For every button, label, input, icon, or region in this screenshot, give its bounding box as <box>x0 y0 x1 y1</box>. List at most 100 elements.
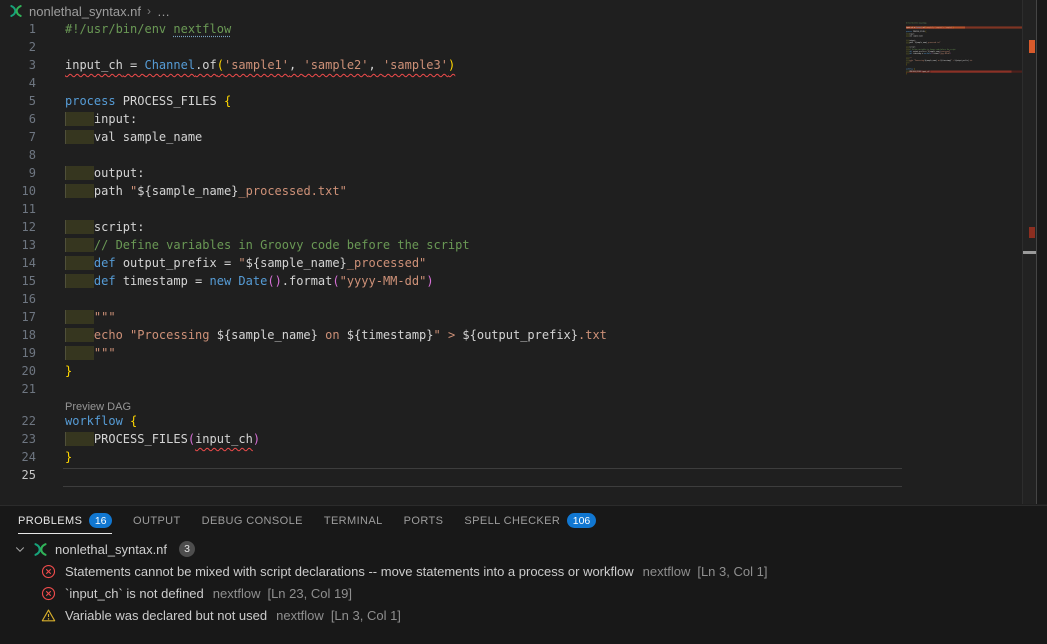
line-number[interactable]: 8 <box>0 148 36 166</box>
code-token: ( <box>217 58 224 72</box>
problem-row[interactable]: Statements cannot be mixed with script d… <box>0 560 1047 582</box>
code-token: 'sample1' <box>224 58 289 72</box>
breadcrumb-filename[interactable]: nonlethal_syntax.nf <box>29 4 141 19</box>
code-line[interactable]: 2 <box>0 40 902 58</box>
code-line[interactable]: 11 <box>0 202 902 220</box>
indent-highlight <box>65 112 94 126</box>
code-token: nextflow <box>173 22 231 36</box>
code-token: } <box>65 364 72 378</box>
code-line[interactable]: 19 """ <box>0 346 902 364</box>
line-number[interactable]: 3 <box>0 58 36 76</box>
editor-right-edge <box>1037 0 1047 504</box>
problem-location: [Ln 3, Col 1] <box>697 564 767 579</box>
code-token: path <box>94 184 130 198</box>
code-line[interactable]: 14 def output_prefix = "${sample_name}_p… <box>0 256 902 274</box>
line-number[interactable]: 11 <box>0 202 36 220</box>
line-number[interactable]: 9 <box>0 166 36 184</box>
code-line[interactable]: 17 """ <box>0 310 902 328</box>
panel-tab-spell-checker[interactable]: SPELL CHECKER106 <box>464 506 595 535</box>
problem-message: Variable was declared but not used <box>65 608 267 623</box>
code-line <box>906 75 1022 77</box>
problem-row[interactable]: `input_ch` is not definednextflow[Ln 23,… <box>0 582 1047 604</box>
code-line[interactable]: 1#!/usr/bin/env nextflow <box>0 22 902 40</box>
code-line-content: PROCESS_FILES(input_ch) <box>36 432 902 450</box>
code-token: ${output_prefix} <box>462 328 578 342</box>
line-number[interactable]: 10 <box>0 184 36 202</box>
code-token: ) <box>448 58 455 72</box>
line-number[interactable]: 25 <box>0 468 36 486</box>
indent-highlight <box>65 130 94 144</box>
line-number[interactable]: 13 <box>0 238 36 256</box>
code-token: ) <box>426 274 433 288</box>
breadcrumb[interactable]: nonlethal_syntax.nf › … <box>0 0 1047 22</box>
panel-tab-output[interactable]: OUTPUT <box>133 506 181 535</box>
code-line[interactable]: 7 val sample_name <box>0 130 902 148</box>
code-line[interactable]: 20} <box>0 364 902 382</box>
nextflow-logo-icon <box>9 4 23 18</box>
line-number[interactable]: 5 <box>0 94 36 112</box>
line-number[interactable]: 20 <box>0 364 36 382</box>
line-number[interactable]: 18 <box>0 328 36 346</box>
line-number[interactable]: 16 <box>0 292 36 310</box>
line-number[interactable]: 17 <box>0 310 36 328</box>
code-line[interactable]: 5process PROCESS_FILES { <box>0 94 902 112</box>
minimap[interactable]: #!/usr/bin/env nextflowinput_ch = Channe… <box>906 22 1022 102</box>
line-number[interactable]: 23 <box>0 432 36 450</box>
chevron-down-icon[interactable] <box>12 541 28 557</box>
panel-tab-problems[interactable]: PROBLEMS16 <box>18 506 112 535</box>
line-number[interactable]: 24 <box>0 450 36 468</box>
code-line[interactable]: 12 script: <box>0 220 902 238</box>
code-line[interactable]: 10 path "${sample_name}_processed.txt" <box>0 184 902 202</box>
panel-tab-ports[interactable]: PORTS <box>404 506 444 535</box>
line-number[interactable]: 4 <box>0 76 36 94</box>
line-number[interactable]: 14 <box>0 256 36 274</box>
code-line[interactable]: 23 PROCESS_FILES(input_ch) <box>0 432 902 450</box>
line-number[interactable]: 7 <box>0 130 36 148</box>
code-line-content <box>36 40 902 58</box>
code-line[interactable]: 6 input: <box>0 112 902 130</box>
panel-tab-terminal[interactable]: TERMINAL <box>324 506 383 535</box>
code-line-content: script: <box>36 220 902 238</box>
line-number[interactable]: 15 <box>0 274 36 292</box>
code-line[interactable]: 22workflow { <box>0 414 902 432</box>
breadcrumb-ellipsis[interactable]: … <box>157 4 170 19</box>
code-token: def <box>94 256 123 270</box>
code-area[interactable]: 1#!/usr/bin/env nextflow23input_ch = Cha… <box>0 22 902 486</box>
code-line[interactable]: 25 <box>0 468 902 486</box>
problem-row[interactable]: Variable was declared but not usednextfl… <box>0 604 1047 626</box>
line-number[interactable]: 22 <box>0 414 36 432</box>
line-number[interactable]: 21 <box>0 382 36 400</box>
code-line[interactable]: 24} <box>0 450 902 468</box>
code-token: "yyyy-MM-dd" <box>340 274 427 288</box>
code-token: 'sample2' <box>303 58 368 72</box>
indent-highlight <box>65 166 94 180</box>
code-line[interactable]: 13 // Define variables in Groovy code be… <box>0 238 902 256</box>
code-line[interactable]: 15 def timestamp = new Date().format("yy… <box>0 274 902 292</box>
line-number[interactable]: 6 <box>0 112 36 130</box>
line-number[interactable]: 19 <box>0 346 36 364</box>
code-token: process <box>65 94 123 108</box>
codelens-preview-dag[interactable]: Preview DAG <box>65 401 131 413</box>
line-number[interactable]: 12 <box>0 220 36 238</box>
code-line[interactable]: 16 <box>0 292 902 310</box>
code-line[interactable]: 18 echo "Processing ${sample_name} on ${… <box>0 328 902 346</box>
code-line[interactable]: 9 output: <box>0 166 902 184</box>
warning-icon <box>40 607 56 623</box>
code-line[interactable]: 3input_ch = Channel.of('sample1', 'sampl… <box>0 58 902 76</box>
line-number[interactable]: 1 <box>0 22 36 40</box>
code-token: _processed.txt" <box>238 184 346 198</box>
code-line[interactable]: 21 <box>0 382 902 400</box>
code-line[interactable]: 4 <box>0 76 902 94</box>
indent-highlight <box>65 184 94 198</box>
code-token: input: <box>94 112 137 126</box>
code-token: ( <box>332 274 339 288</box>
code-token: output: <box>94 166 145 180</box>
code-token: workflow <box>65 414 130 428</box>
breadcrumb-separator: › <box>147 4 151 18</box>
line-number[interactable]: 2 <box>0 40 36 58</box>
overview-ruler[interactable] <box>1022 0 1037 504</box>
nextflow-file-icon <box>33 542 48 557</box>
code-line[interactable]: 8 <box>0 148 902 166</box>
panel-tab-debug-console[interactable]: DEBUG CONSOLE <box>202 506 303 535</box>
problems-file-group[interactable]: nonlethal_syntax.nf 3 <box>0 538 1047 560</box>
